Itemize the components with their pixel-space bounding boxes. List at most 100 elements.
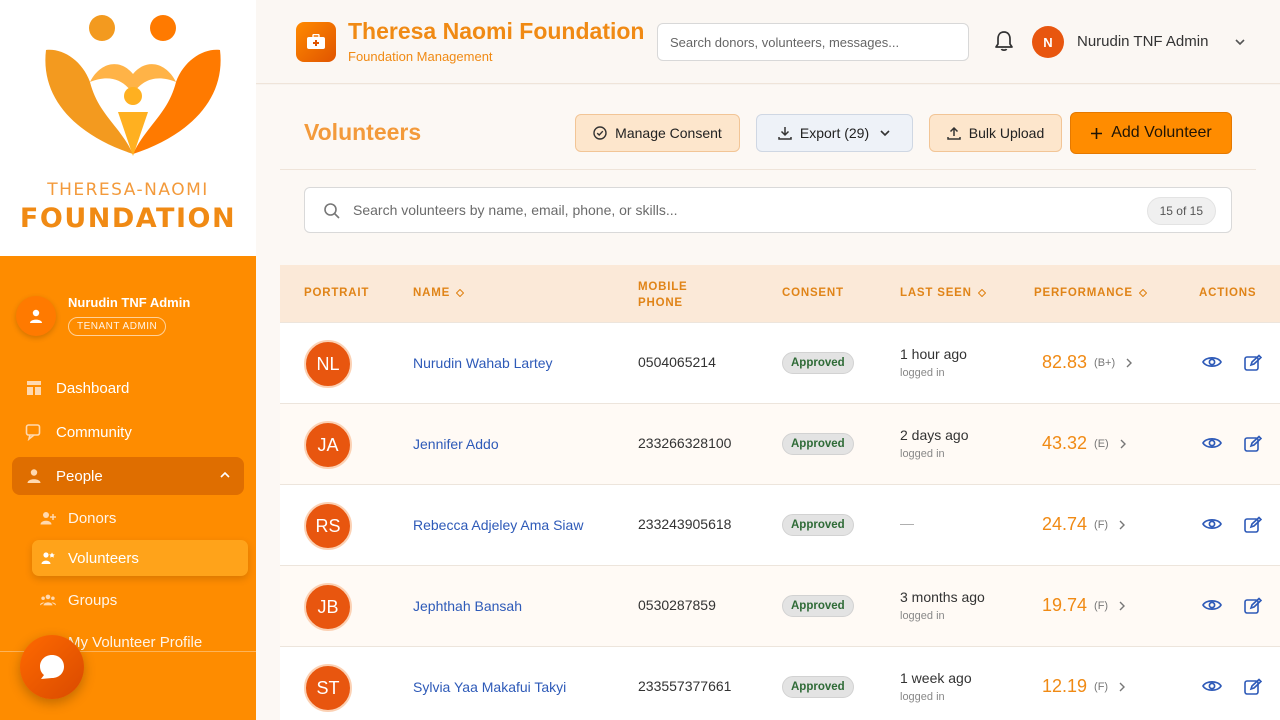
volunteer-portrait: NL — [304, 340, 352, 388]
performance-value: 43.32 — [1042, 433, 1088, 453]
volunteer-icon — [40, 550, 56, 566]
logo: THERESA-NAOMI FOUNDATION — [0, 0, 256, 256]
sidebar-item-dashboard[interactable]: Dashboard — [12, 369, 244, 407]
sort-icon — [1138, 289, 1147, 297]
chevron-down-icon[interactable] — [1234, 36, 1246, 48]
column-last-seen[interactable]: LAST SEEN — [900, 287, 986, 299]
performance-value: 82.83 — [1042, 352, 1088, 372]
bell-icon[interactable] — [994, 30, 1014, 52]
table-header: PORTRAIT NAME MOBILE PHONE CONSENT LAST … — [280, 265, 1280, 323]
header-avatar[interactable]: N — [1032, 26, 1064, 58]
performance-grade: (B+) — [1094, 356, 1116, 369]
performance-score: 82.83 (B+) — [1042, 352, 1133, 373]
table-row: NL Nurudin Wahab Lartey 0504065214 Appro… — [280, 322, 1280, 403]
view-eye-icon[interactable] — [1202, 354, 1222, 370]
sidebar-subitem-volunteers[interactable]: Volunteers — [32, 540, 248, 576]
column-portrait: PORTRAIT — [304, 287, 370, 299]
header-user-name[interactable]: Nurudin TNF Admin — [1077, 33, 1208, 50]
plus-icon — [1090, 127, 1103, 140]
performance-grade: (F) — [1094, 680, 1109, 693]
edit-icon[interactable] — [1244, 435, 1262, 453]
add-volunteer-button[interactable]: Add Volunteer — [1070, 112, 1232, 154]
consent-status-badge: Approved — [782, 433, 854, 455]
column-mobile-phone: MOBILE PHONE — [638, 281, 688, 309]
result-count-badge: 15 of 15 — [1146, 197, 1216, 225]
chevron-right-icon[interactable] — [1118, 682, 1126, 692]
view-eye-icon[interactable] — [1202, 435, 1222, 451]
edit-icon[interactable] — [1244, 597, 1262, 615]
volunteer-name-link[interactable]: Rebecca Adjeley Ama Siaw — [413, 517, 583, 533]
consent-status-badge: Approved — [782, 676, 854, 698]
edit-icon[interactable] — [1244, 354, 1262, 372]
edit-icon[interactable] — [1244, 516, 1262, 534]
table-row: JA Jennifer Addo 233266328100 Approved 2… — [280, 403, 1280, 484]
volunteer-phone: 0530287859 — [638, 597, 716, 613]
chevron-right-icon[interactable] — [1125, 358, 1133, 368]
chevron-right-icon[interactable] — [1118, 601, 1126, 611]
global-search-input[interactable] — [657, 23, 969, 61]
medical-kit-icon — [307, 34, 325, 49]
chat-launcher-button[interactable] — [20, 635, 84, 699]
performance-score: 12.19 (F) — [1042, 676, 1126, 697]
chevron-right-icon[interactable] — [1119, 439, 1127, 449]
volunteer-phone: 233557377661 — [638, 678, 732, 694]
groups-icon — [40, 592, 56, 608]
edit-icon[interactable] — [1244, 678, 1262, 696]
last-seen-value: 3 months ago — [900, 589, 985, 605]
volunteer-portrait: JA — [304, 421, 352, 469]
manage-consent-button[interactable]: Manage Consent — [575, 114, 740, 152]
add-volunteer-label: Add Volunteer — [1111, 124, 1212, 141]
table-row: RS Rebecca Adjeley Ama Siaw 233243905618… — [280, 484, 1280, 565]
table-row: JB Jephthah Bansah 0530287859 Approved 3… — [280, 565, 1280, 646]
consent-status-badge: Approved — [782, 514, 854, 536]
user-icon — [30, 309, 42, 323]
logo-text-top: THERESA-NAOMI — [47, 180, 209, 200]
performance-score: 43.32 (E) — [1042, 433, 1127, 454]
chevron-up-icon — [220, 471, 230, 478]
last-seen-value: 1 week ago — [900, 670, 972, 686]
sidebar-user-role-badge: TENANT ADMIN — [68, 317, 167, 336]
volunteer-phone: 0504065214 — [638, 354, 716, 370]
table-row: ST Sylvia Yaa Makafui Takyi 233557377661… — [280, 646, 1280, 720]
app-subtitle: Foundation Management — [348, 49, 493, 64]
performance-grade: (F) — [1094, 518, 1109, 531]
volunteer-name-link[interactable]: Jephthah Bansah — [413, 598, 522, 614]
last-seen-note: logged in — [900, 610, 945, 622]
view-eye-icon[interactable] — [1202, 597, 1222, 613]
last-seen-value: 1 hour ago — [900, 346, 967, 362]
person-icon — [24, 466, 44, 486]
sidebar-subitem-label: Donors — [68, 509, 117, 527]
export-button[interactable]: Export (29) — [756, 114, 913, 152]
sidebar-subitem-groups[interactable]: Groups — [32, 582, 248, 618]
dashboard-icon — [24, 378, 44, 398]
volunteer-name-link[interactable]: Nurudin Wahab Lartey — [413, 355, 553, 371]
view-eye-icon[interactable] — [1202, 678, 1222, 694]
sidebar-item-label: People — [56, 467, 103, 485]
volunteer-search-input[interactable] — [353, 196, 1133, 224]
column-name[interactable]: NAME — [413, 287, 465, 299]
last-seen-value: — — [900, 515, 914, 531]
sidebar-subitem-donors[interactable]: Donors — [32, 500, 248, 536]
view-eye-icon[interactable] — [1202, 516, 1222, 532]
column-consent: CONSENT — [782, 287, 844, 299]
app-badge — [296, 22, 336, 62]
sidebar-item-community[interactable]: Community — [12, 413, 244, 451]
volunteer-phone: 233243905618 — [638, 516, 732, 532]
sidebar-item-label: Dashboard — [56, 379, 130, 397]
sidebar-item-people[interactable]: People — [12, 457, 244, 495]
volunteer-name-link[interactable]: Jennifer Addo — [413, 436, 499, 452]
performance-score: 24.74 (F) — [1042, 514, 1126, 535]
column-performance[interactable]: PERFORMANCE — [1034, 287, 1147, 299]
volunteer-name-link[interactable]: Sylvia Yaa Makafui Takyi — [413, 679, 566, 695]
sidebar-avatar — [16, 296, 56, 336]
chevron-right-icon[interactable] — [1118, 520, 1126, 530]
chat-bubble-icon — [40, 655, 64, 679]
sort-icon — [977, 289, 986, 297]
volunteer-search: 15 of 15 — [304, 187, 1232, 233]
performance-grade: (F) — [1094, 599, 1109, 612]
sidebar: THERESA-NAOMI FOUNDATION Nurudin TNF Adm… — [0, 0, 256, 720]
upload-icon — [947, 126, 961, 140]
bulk-upload-button[interactable]: Bulk Upload — [929, 114, 1062, 152]
sidebar-user-name: Nurudin TNF Admin — [68, 295, 191, 310]
donor-icon — [40, 510, 56, 526]
